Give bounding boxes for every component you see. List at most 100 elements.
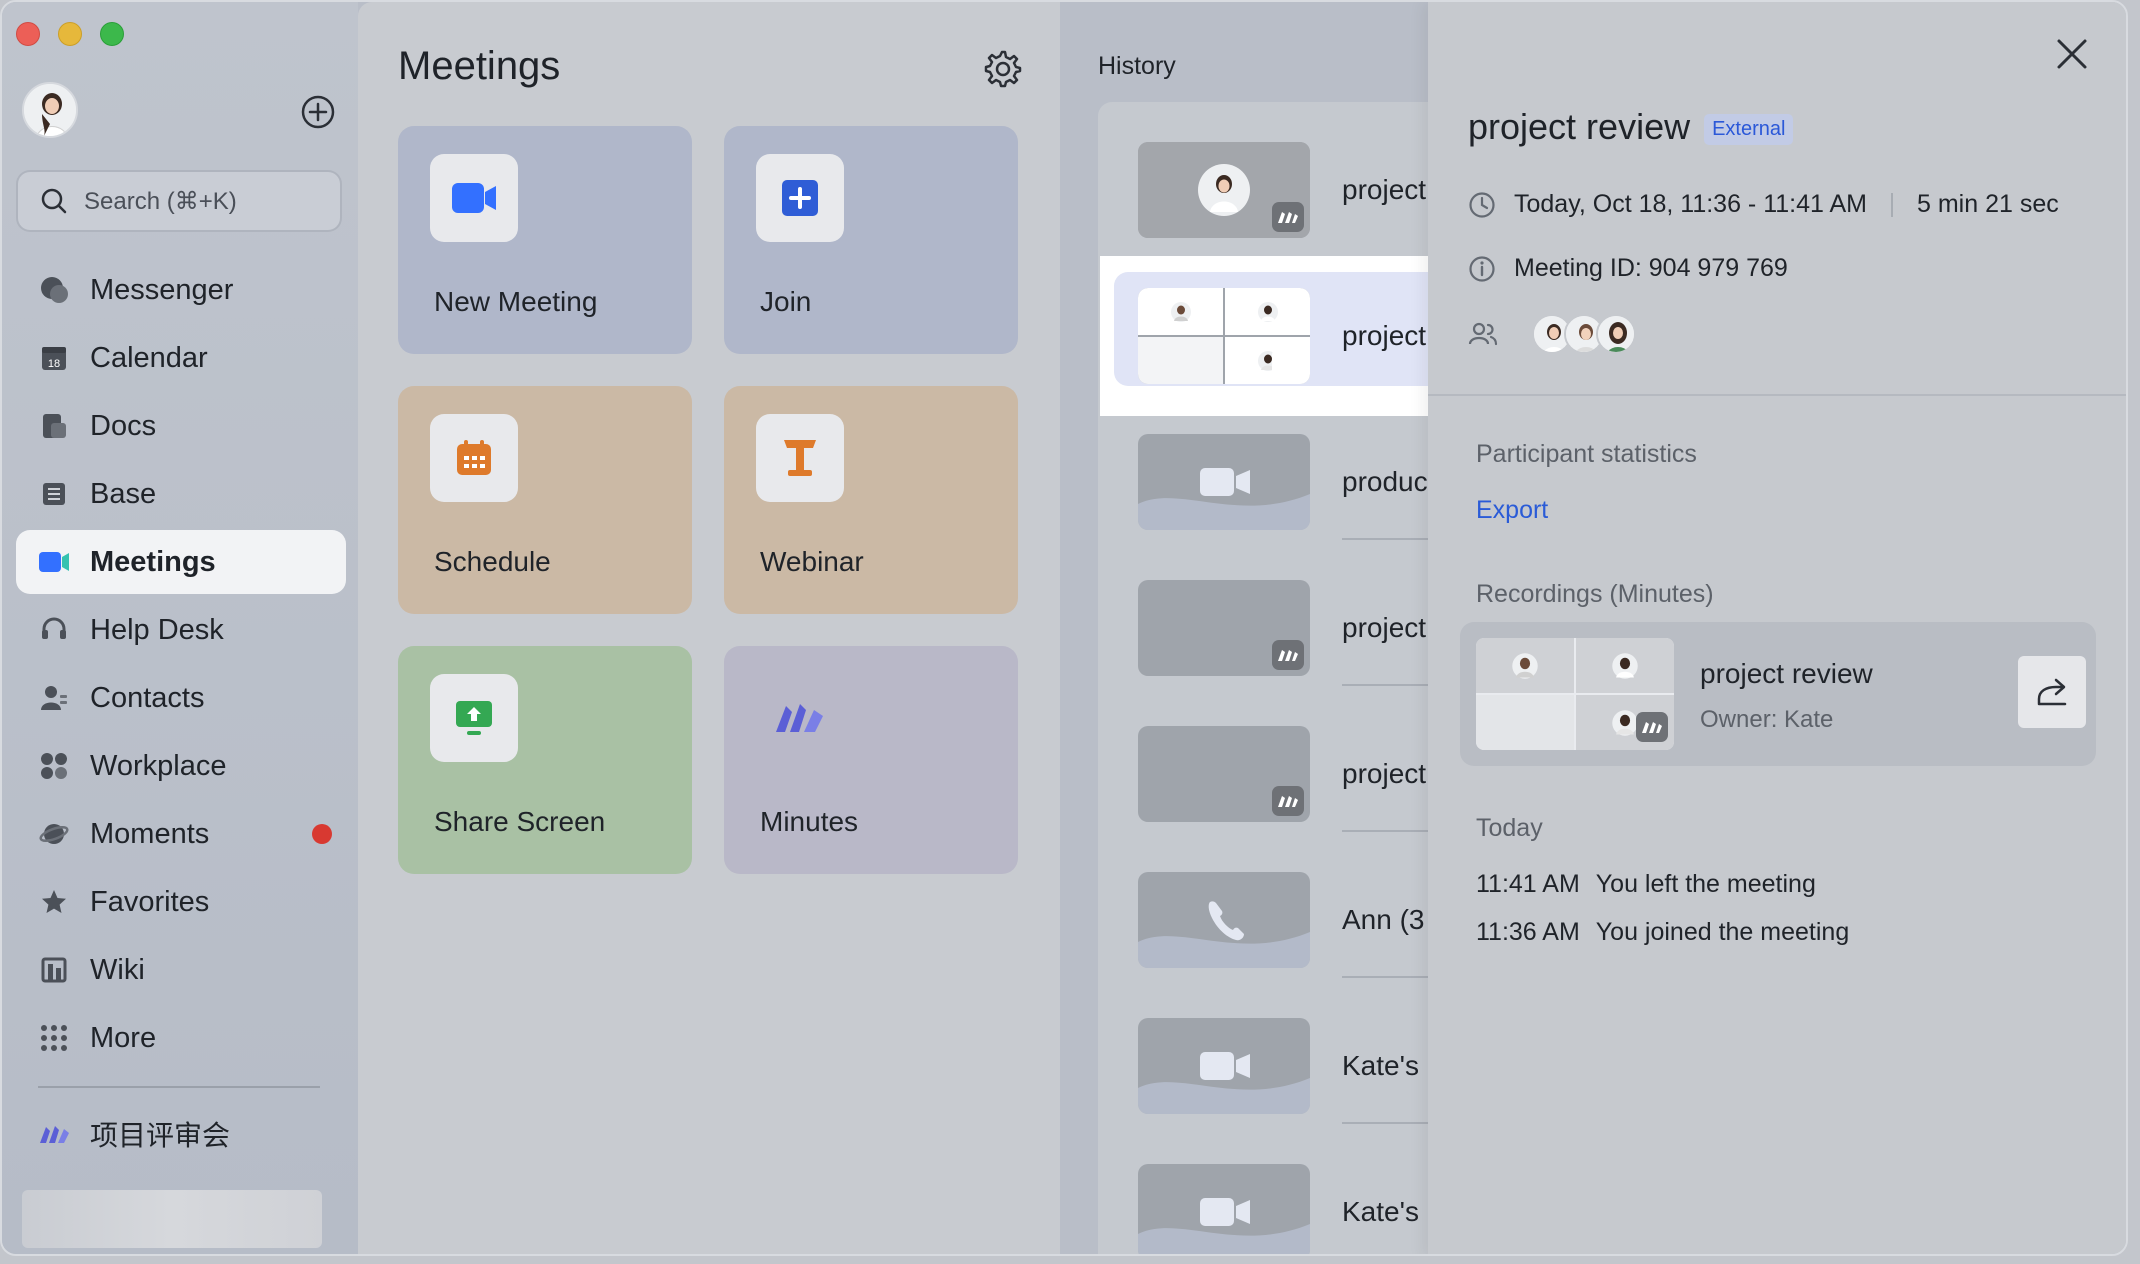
meeting-detail-panel: project review External Today, Oct 18, 1…: [1428, 2, 2126, 1254]
history-list: project project produc project project A…: [1098, 102, 1428, 1254]
external-tag: External: [1704, 113, 1794, 145]
grid-empty-cell: [1138, 337, 1223, 384]
recording-owner: Owner: Kate: [1700, 706, 1834, 733]
sidebar-item-label: Contacts: [90, 681, 205, 714]
meeting-thumbnail: [1138, 434, 1310, 530]
clock-icon: [1469, 191, 1495, 218]
history-item-name: project: [1342, 320, 1427, 351]
participant-avatar: [1596, 314, 1636, 354]
sidebar-item-workplace[interactable]: Workplace: [12, 734, 358, 798]
contacts-icon: [38, 682, 70, 714]
docs-icon: [38, 410, 70, 442]
gear-icon: [984, 50, 1022, 88]
sidebar-item-messenger[interactable]: Messenger: [12, 258, 358, 322]
recording-card[interactable]: project review Owner: Kate: [1460, 622, 2096, 766]
history-item[interactable]: project: [1098, 102, 1428, 248]
sidebar-item-label: More: [90, 1021, 157, 1054]
sidebar-item-base[interactable]: Base: [12, 462, 358, 526]
share-icon: [2037, 678, 2067, 706]
minimize-window-button[interactable]: [58, 22, 82, 46]
history-item[interactable]: project: [1098, 540, 1428, 686]
window-controls: [16, 22, 124, 46]
participants-row[interactable]: [1468, 314, 1636, 354]
tile-label: New Meeting: [434, 286, 598, 317]
svg-text:18: 18: [48, 358, 60, 370]
close-icon: [2057, 39, 2087, 69]
activity-log-item: 11:41 AM You left the meeting: [1476, 870, 1816, 899]
tile-icon-container: [430, 414, 518, 502]
grid-participant-icon: [1225, 288, 1310, 335]
minutes-badge-icon: [1272, 202, 1304, 232]
minutes-button[interactable]: Minutes: [724, 646, 1018, 874]
workplace-icon: [38, 750, 70, 782]
participant-avatars: [1532, 314, 1636, 354]
close-window-button[interactable]: [16, 22, 40, 46]
history-label: History: [1098, 52, 1176, 80]
export-link[interactable]: Export: [1476, 496, 1548, 525]
meeting-time-row: Today, Oct 18, 11:36 - 11:41 AM 5 min 21…: [1468, 190, 2059, 219]
tile-label: Share Screen: [434, 806, 606, 837]
tile-icon-container: [756, 674, 844, 762]
wiki-icon: [38, 954, 70, 986]
share-recording-button[interactable]: [2018, 656, 2086, 728]
video-camera-icon: [452, 183, 496, 213]
calendar-icon: 18: [38, 342, 70, 374]
history-item[interactable]: Kate's: [1098, 1124, 1428, 1254]
search-placeholder: Search (⌘+K): [84, 187, 237, 215]
settings-button[interactable]: [982, 48, 1022, 88]
sidebar-item-calendar[interactable]: 18 Calendar: [12, 326, 358, 390]
sidebar-item-favorites[interactable]: Favorites: [12, 870, 358, 934]
history-item-selected[interactable]: project: [1098, 256, 1428, 416]
minutes-entry-label: 项目评审会: [90, 1120, 231, 1151]
meeting-thumbnail: [1138, 872, 1310, 968]
blurred-profile-area: [22, 1190, 322, 1248]
history-item[interactable]: Ann (3: [1098, 832, 1428, 978]
new-meeting-button[interactable]: New Meeting: [398, 126, 692, 354]
detail-divider: [1428, 394, 2126, 396]
page-title: Meetings: [398, 44, 561, 88]
join-meeting-button[interactable]: Join: [724, 126, 1018, 354]
log-time: 11:41 AM: [1476, 870, 1580, 898]
sidebar-item-label: Wiki: [90, 953, 145, 986]
sidebar-item-contacts[interactable]: Contacts: [12, 666, 358, 730]
history-item-name: Kate's: [1342, 1050, 1419, 1081]
tile-label: Join: [760, 286, 812, 317]
webinar-button[interactable]: Webinar: [724, 386, 1018, 614]
user-avatar[interactable]: [22, 82, 78, 138]
sidebar-item-moments[interactable]: Moments: [12, 802, 358, 866]
schedule-meeting-button[interactable]: Schedule: [398, 386, 692, 614]
sidebar-item-minutes-doc[interactable]: 项目评审会: [38, 1114, 230, 1154]
history-item[interactable]: Kate's: [1098, 978, 1428, 1124]
sidebar-item-meetings[interactable]: Meetings: [16, 530, 346, 594]
sidebar-item-more[interactable]: More: [12, 1006, 358, 1070]
sidebar-item-label: Moments: [90, 817, 210, 850]
plus-square-icon: [782, 180, 818, 216]
tile-icon-container: [756, 154, 844, 242]
meeting-duration: 5 min 21 sec: [1916, 190, 2059, 218]
close-detail-button[interactable]: [2054, 36, 2090, 72]
tile-icon-container: [430, 674, 518, 762]
meeting-id[interactable]: Meeting ID: 904 979 769: [1514, 254, 1788, 283]
messenger-icon: [38, 274, 70, 306]
tile-icon-container: [756, 414, 844, 502]
sidebar-item-docs[interactable]: Docs: [12, 394, 358, 458]
history-item[interactable]: produc: [1098, 394, 1428, 540]
meeting-thumbnail: [1138, 580, 1310, 676]
search-box[interactable]: Search (⌘+K): [16, 170, 342, 232]
sidebar-item-help-desk[interactable]: Help Desk: [12, 598, 358, 662]
meeting-thumbnail: [1138, 1164, 1310, 1254]
minutes-icon: [776, 704, 823, 732]
phone-icon: [1138, 901, 1310, 968]
history-item-name: Ann (3: [1342, 904, 1425, 935]
history-item[interactable]: project: [1098, 686, 1428, 832]
zoom-window-button[interactable]: [100, 22, 124, 46]
sidebar-item-wiki[interactable]: Wiki: [12, 938, 358, 1002]
share-screen-button[interactable]: Share Screen: [398, 646, 692, 874]
add-button[interactable]: [300, 94, 336, 130]
meeting-thumbnail: [1138, 1018, 1310, 1114]
app-window: Search (⌘+K) Messenger 18 Calendar Docs: [0, 0, 2128, 1256]
podium-icon: [784, 440, 816, 476]
activity-log-item: 11:36 AM You joined the meeting: [1476, 918, 1849, 947]
sidebar-item-label: Messenger: [90, 273, 234, 306]
history-item-name: produc: [1342, 466, 1428, 497]
